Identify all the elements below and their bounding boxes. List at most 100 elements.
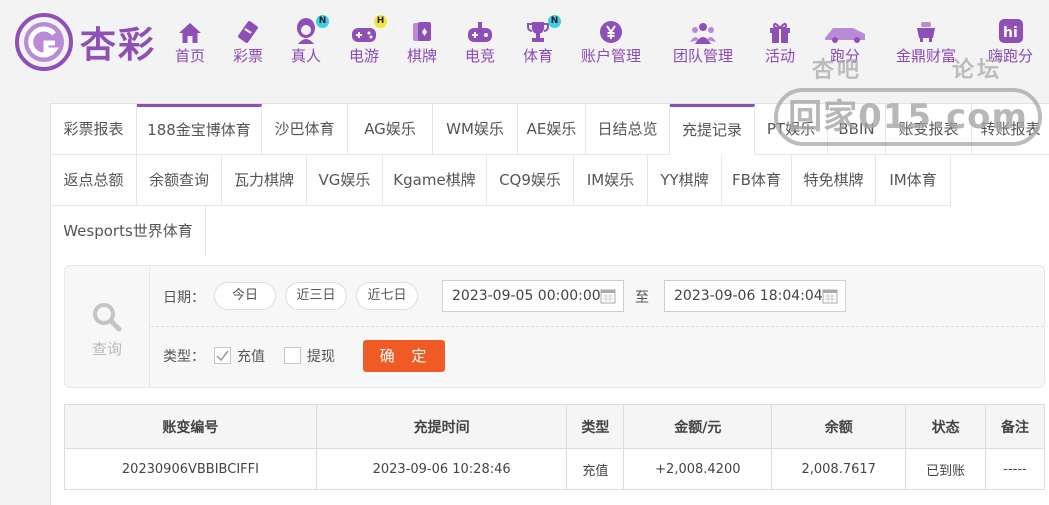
nav-sports[interactable]: N 体育 — [523, 15, 562, 66]
date-label: 日期： — [163, 290, 205, 306]
last-7-days-button[interactable]: 近七日 — [356, 282, 418, 310]
gamepad-icon — [352, 28, 376, 42]
tab-ae[interactable]: AE娱乐 — [518, 104, 586, 155]
tab-kgame-chess[interactable]: Kgame棋牌 — [383, 155, 487, 206]
end-date-input[interactable]: 2023-09-06 18:04:04 — [664, 280, 846, 312]
deposit-checkbox[interactable] — [214, 347, 231, 364]
nav-chess[interactable]: 棋牌 — [407, 18, 437, 66]
team-icon — [690, 23, 716, 44]
magnifier-icon — [93, 303, 122, 332]
nav-lottery[interactable]: 彩票 — [233, 18, 263, 66]
checkmark-icon — [216, 350, 229, 362]
nav-badge-hot: H — [374, 15, 388, 28]
nav-badge-new: N — [548, 15, 562, 28]
cell-amount: +2,008.4200 — [623, 448, 773, 490]
tab-188-sports[interactable]: 188金宝博体育 — [137, 104, 262, 155]
cell-transaction-id: 20230906VBBIBCIFFI — [64, 448, 317, 490]
withdraw-checkbox[interactable] — [284, 347, 301, 364]
col-balance: 余额 — [771, 404, 907, 449]
col-transaction-id: 账变编号 — [64, 404, 317, 449]
tab-wesports[interactable]: Wesports世界体育 — [51, 206, 206, 257]
svg-text:hi: hi — [1003, 25, 1018, 41]
table-header-row: 账变编号 充提时间 类型 金额/元 余额 状态 备注 — [64, 404, 1045, 449]
nav-hi-run[interactable]: hi 嗨跑分 — [988, 18, 1033, 66]
tab-temian-chess[interactable]: 特免棋牌 — [792, 155, 876, 206]
nav-run-score[interactable]: 跑分 — [823, 18, 867, 66]
wealth-icon — [917, 22, 935, 42]
tab-wm[interactable]: WM娱乐 — [433, 104, 518, 155]
gift-icon — [770, 22, 790, 43]
nav-badge-new: N — [316, 15, 330, 28]
tab-ag[interactable]: AG娱乐 — [348, 104, 433, 155]
confirm-button[interactable]: 确 定 — [363, 340, 445, 372]
hi-run-icon: hi — [998, 19, 1023, 43]
last-3-days-button[interactable]: 近三日 — [285, 282, 347, 310]
tab-account-change-report[interactable]: 账变报表 — [886, 104, 972, 155]
start-date-input[interactable]: 2023-09-05 00:00:00 — [442, 280, 624, 312]
nav-live[interactable]: N 真人 — [291, 15, 330, 66]
nav-home[interactable]: 首页 — [175, 18, 205, 66]
trophy-icon — [527, 22, 549, 42]
calendar-icon[interactable] — [822, 288, 838, 304]
records-table: 账变编号 充提时间 类型 金额/元 余额 状态 备注 20230906VBBIB… — [64, 404, 1045, 490]
top-header: 杏彩 首页 彩票 N 真人 H 电游 棋牌 电竞 N 体育 账户管理 团队管理 … — [0, 0, 1049, 85]
type-label: 类型： — [163, 349, 205, 365]
tab-balance-query[interactable]: 余额查询 — [137, 155, 222, 206]
calendar-icon[interactable] — [600, 288, 616, 304]
search-side-panel: 查询 — [65, 266, 150, 387]
type-filter-row: 类型： 充值 提现 确 定 — [151, 327, 1044, 387]
tab-daily-summary[interactable]: 日结总览 — [586, 104, 670, 155]
search-filter: 查询 日期： 今日 近三日 近七日 2023-09-05 00:00:00 至 … — [64, 265, 1045, 388]
tab-im-entertainment[interactable]: IM娱乐 — [574, 155, 648, 206]
date-filter-row: 日期： 今日 近三日 近七日 2023-09-05 00:00:00 至 202… — [151, 266, 1044, 327]
logo-emblem-icon — [15, 13, 73, 71]
withdraw-label: 提现 — [307, 349, 335, 365]
tab-vg[interactable]: VG娱乐 — [307, 155, 383, 206]
deposit-label: 充值 — [237, 349, 265, 365]
live-dealer-icon — [297, 18, 315, 44]
cell-balance: 2,008.7617 — [771, 448, 907, 490]
tab-wali-chess[interactable]: 瓦力棋牌 — [222, 155, 307, 206]
nav-egames[interactable]: H 电游 — [349, 15, 388, 66]
tab-cq9[interactable]: CQ9娱乐 — [487, 155, 574, 206]
nav-esports[interactable]: 电竞 — [465, 18, 495, 66]
today-button[interactable]: 今日 — [214, 282, 276, 310]
cell-type: 充值 — [566, 448, 625, 490]
end-date-value: 2023-09-06 18:04:04 — [674, 288, 823, 304]
tab-fb-sports[interactable]: FB体育 — [722, 155, 792, 206]
start-date-value: 2023-09-05 00:00:00 — [452, 288, 601, 304]
cards-icon — [413, 22, 431, 41]
nav-team[interactable]: 团队管理 — [673, 18, 733, 66]
col-time: 充提时间 — [315, 404, 568, 449]
report-panel: 彩票报表 188金宝博体育 沙巴体育 AG娱乐 WM娱乐 AE娱乐 日结总览 充… — [50, 103, 1049, 505]
col-type: 类型 — [566, 404, 625, 449]
search-side-label: 查询 — [91, 340, 122, 358]
tab-transfer-report[interactable]: 转账报表 — [972, 104, 1049, 155]
nav-wealth[interactable]: 金鼎财富 — [896, 18, 956, 66]
lottery-ticket-icon — [238, 21, 258, 43]
col-status: 状态 — [905, 404, 987, 449]
nav-account[interactable]: 账户管理 — [581, 18, 641, 66]
date-to-separator: 至 — [635, 290, 649, 306]
tab-pt[interactable]: PT娱乐 — [755, 104, 828, 155]
tab-deposit-withdraw-record[interactable]: 充提记录 — [670, 104, 755, 155]
col-remark: 备注 — [985, 404, 1045, 449]
tab-lottery-report[interactable]: 彩票报表 — [51, 104, 137, 155]
tab-rebate-total[interactable]: 返点总额 — [51, 155, 137, 206]
tab-im-sports[interactable]: IM体育 — [876, 155, 951, 206]
cell-remark: ----- — [985, 448, 1045, 490]
tab-bbin[interactable]: BBIN — [828, 104, 886, 155]
run-score-icon — [825, 28, 865, 43]
yen-coin-icon — [600, 21, 622, 43]
cell-status: 已到账 — [905, 448, 987, 490]
tab-saba-sports[interactable]: 沙巴体育 — [262, 104, 348, 155]
home-icon — [179, 23, 201, 43]
esports-controller-icon — [468, 22, 492, 42]
logo-text: 杏彩 — [80, 25, 157, 66]
site-logo[interactable]: 杏彩 — [14, 12, 156, 72]
nav-promo[interactable]: 活动 — [765, 18, 795, 66]
tab-yy-chess[interactable]: YY棋牌 — [648, 155, 722, 206]
col-amount: 金额/元 — [623, 404, 773, 449]
table-row: 20230906VBBIBCIFFI 2023-09-06 10:28:46 充… — [64, 448, 1045, 490]
cell-time: 2023-09-06 10:28:46 — [315, 448, 568, 490]
